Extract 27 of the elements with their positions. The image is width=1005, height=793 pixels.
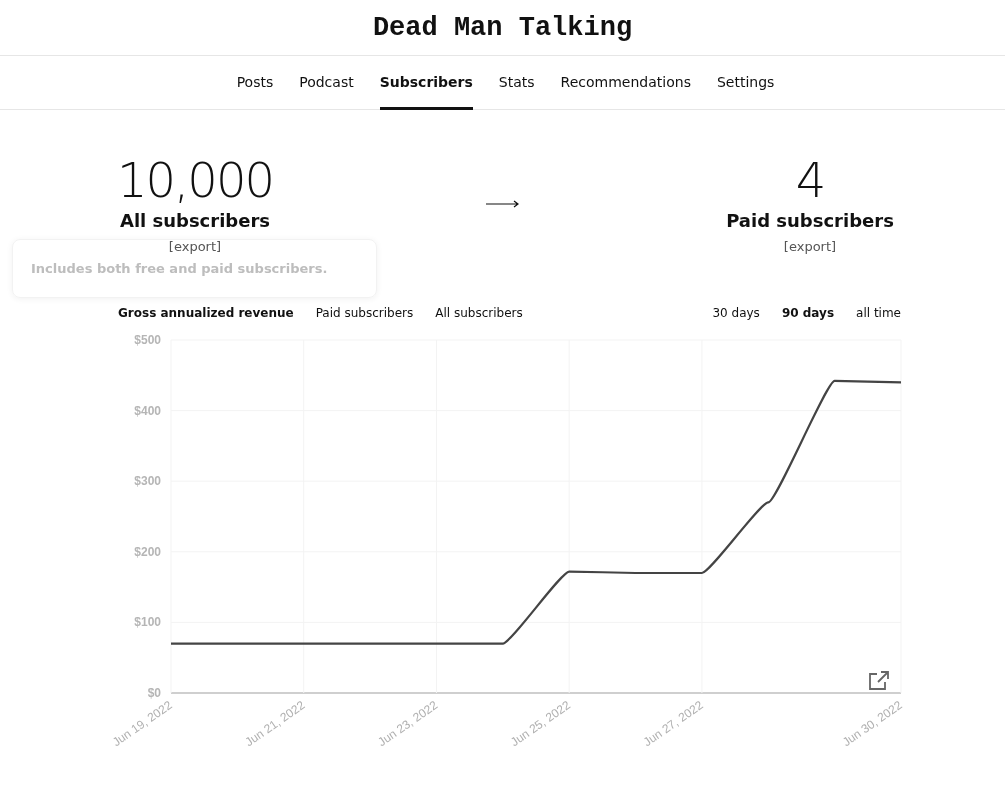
y-axis-label: $300 — [134, 474, 161, 489]
stat-label: All subscribers — [119, 210, 271, 231]
y-axis-label: $500 — [134, 333, 161, 347]
external-link-icon[interactable] — [869, 671, 889, 690]
chart-tab[interactable]: All subscribers — [435, 306, 523, 320]
stat-label: Paid subscribers — [726, 210, 894, 231]
range-option[interactable]: all time — [856, 306, 901, 320]
nav-tab[interactable]: Subscribers — [379, 56, 473, 110]
nav-tab[interactable]: Posts — [236, 56, 274, 110]
publication-title: Dead Man Talking — [372, 12, 633, 43]
export-link[interactable]: [export] — [168, 239, 222, 254]
y-axis-label: $0 — [147, 686, 161, 700]
nav-tab[interactable]: Settings — [716, 56, 775, 110]
subscriber-count: 10,000 — [117, 152, 273, 208]
y-axis-label: $100 — [134, 615, 161, 630]
y-axis-label: $200 — [134, 544, 161, 559]
range-option[interactable]: 90 days — [781, 306, 835, 320]
export-link[interactable]: [export] — [783, 239, 837, 254]
nav-tab[interactable]: Recommendations — [560, 56, 691, 110]
subscriber-count: 4 — [795, 152, 825, 208]
right-arrow-icon — [485, 200, 520, 208]
y-axis-label: $400 — [134, 403, 161, 418]
range-option[interactable]: 30 days — [712, 306, 760, 320]
nav-tab[interactable]: Podcast — [299, 56, 354, 110]
chart-tab[interactable]: Gross annualized revenue — [118, 306, 294, 320]
chart-tab[interactable]: Paid subscribers — [315, 306, 414, 320]
nav-tab[interactable]: Stats — [498, 56, 535, 110]
